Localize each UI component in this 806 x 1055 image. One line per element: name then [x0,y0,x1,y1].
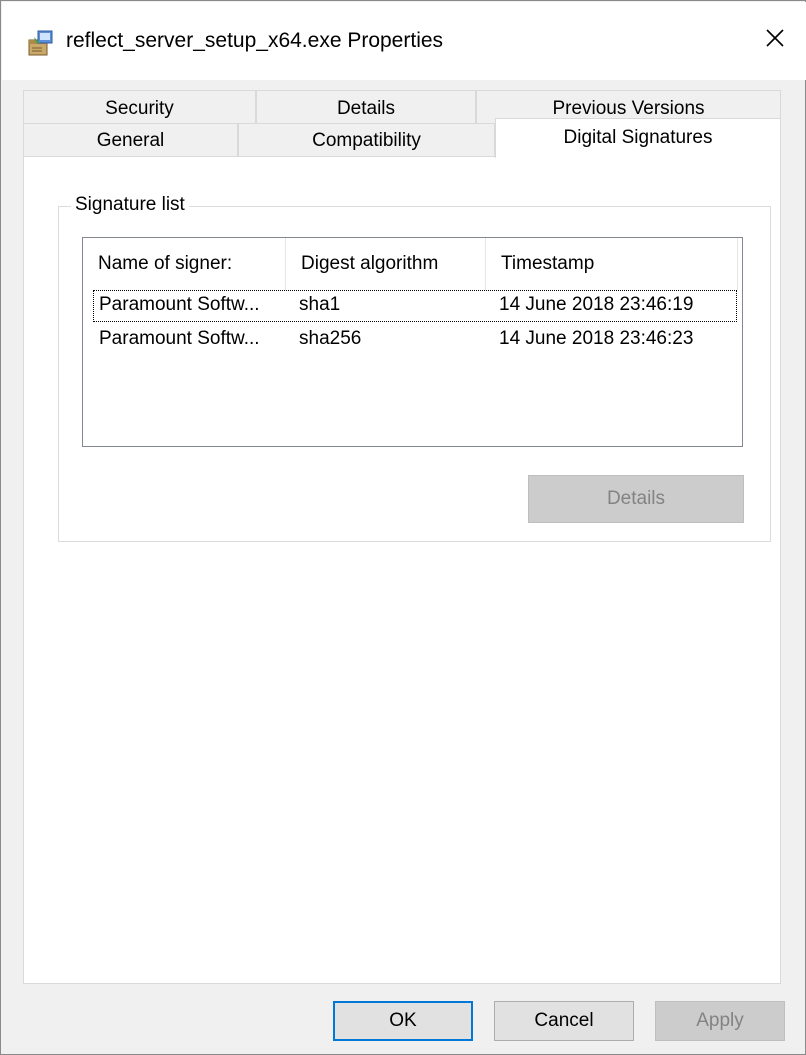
tab-details[interactable]: Details [256,90,476,127]
window-title: reflect_server_setup_x64.exe Properties [66,29,444,52]
digest-cell: sha1 [299,294,341,315]
properties-dialog: reflect_server_setup_x64.exe Properties … [0,0,806,1055]
signature-listview[interactable]: Name of signer: Digest algorithm Timesta… [82,237,743,447]
tab-compatibility[interactable]: Compatibility [238,123,495,157]
signature-list-group: Signature list Name of signer: Digest al… [58,194,771,542]
cancel-button[interactable]: Cancel [494,1001,634,1041]
tab-label: General [96,130,165,151]
digest-cell: sha256 [299,328,362,349]
signer-cell: Paramount Softw... [99,328,260,349]
title-bar[interactable]: reflect_server_setup_x64.exe Properties [2,2,806,80]
table-row[interactable]: Paramount Softw... sha256 14 June 2018 2… [93,324,737,356]
close-icon [765,28,785,54]
digital-signatures-panel: Signature list Name of signer: Digest al… [23,156,781,984]
timestamp-cell: 14 June 2018 23:46:23 [499,328,694,349]
column-header-signer[interactable]: Name of signer: [83,238,286,290]
tab-label: Previous Versions [552,98,705,119]
installer-package-icon [26,28,56,58]
tab-label: Compatibility [312,130,421,151]
group-label: Signature list [71,194,189,216]
tab-security[interactable]: Security [23,90,256,127]
tab-label: Details [336,98,396,119]
tab-general[interactable]: General [23,123,238,157]
tab-label: Security [105,98,174,119]
details-button[interactable]: Details [528,475,744,523]
timestamp-cell: 14 June 2018 23:46:19 [499,294,694,315]
apply-button[interactable]: Apply [655,1001,785,1041]
ok-button[interactable]: OK [333,1001,473,1041]
column-header-timestamp[interactable]: Timestamp [486,238,738,290]
signer-cell: Paramount Softw... [99,294,260,315]
tab-label: Digital Signatures [563,127,713,148]
table-row[interactable]: Paramount Softw... sha1 14 June 2018 23:… [93,290,737,322]
close-button[interactable] [744,2,806,80]
list-header: Name of signer: Digest algorithm Timesta… [83,238,742,290]
tab-digital-signatures[interactable]: Digital Signatures [495,118,781,158]
column-header-digest[interactable]: Digest algorithm [286,238,486,290]
